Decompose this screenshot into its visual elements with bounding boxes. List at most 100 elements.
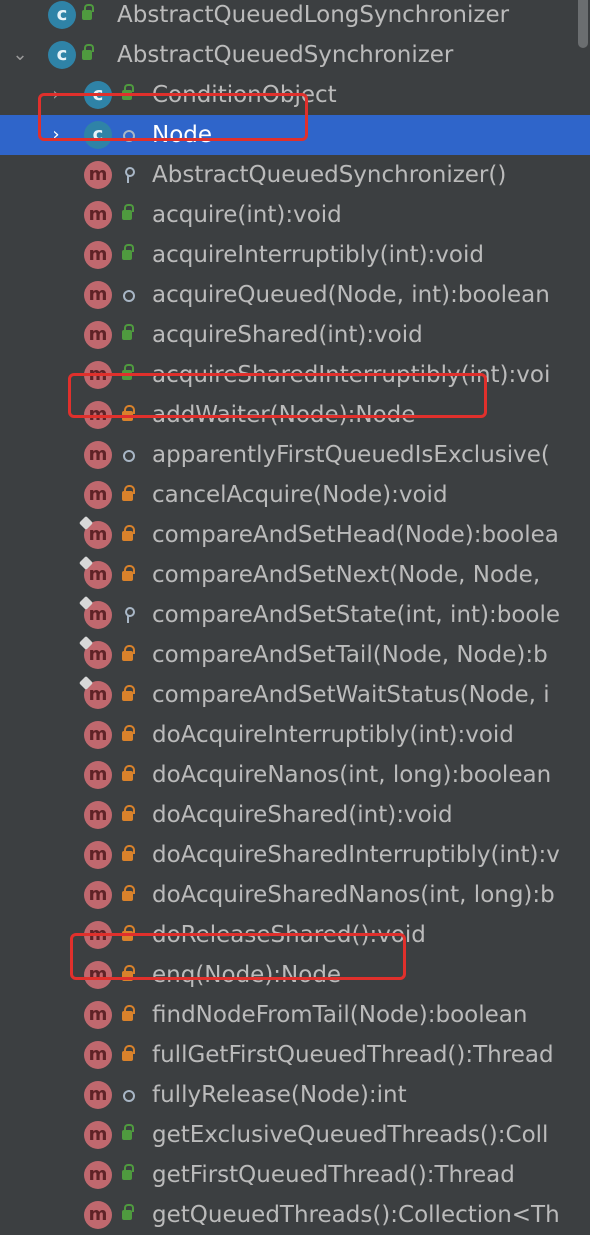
- tree-node-label: compareAndSetHead(Node):boolea: [152, 522, 559, 548]
- tree-node-label: AbstractQueuedLongSynchronizer: [117, 2, 510, 28]
- tree-node-method[interactable]: m apparentlyFirstQueuedIsExclusive(: [0, 435, 590, 475]
- private-lock-icon: [118, 1035, 136, 1075]
- tree-node-method[interactable]: m acquire(int):void: [0, 195, 590, 235]
- tree-node-method[interactable]: m compareAndSetState(int, int):boole: [0, 595, 590, 635]
- tree-node-label: acquireQueued(Node, int):boolean: [152, 282, 550, 308]
- method-icon: m: [84, 1041, 112, 1069]
- tree-node-method[interactable]: m getQueuedThreads():Collection<Th: [0, 1195, 590, 1235]
- method-icon: m: [84, 881, 112, 909]
- icon-letter: m: [88, 364, 108, 385]
- tree-node-label: fullGetFirstQueuedThread():Thread: [152, 1042, 554, 1068]
- tree-node-method[interactable]: m findNodeFromTail(Node):boolean: [0, 995, 590, 1035]
- tree-node-method[interactable]: m doAcquireShared(int):void: [0, 795, 590, 835]
- icon-letter: m: [88, 844, 108, 865]
- method-icon: m: [84, 801, 112, 829]
- tree-node-label: enq(Node):Node: [152, 962, 342, 988]
- tree-node-label: getQueuedThreads():Collection<Th: [152, 1202, 560, 1228]
- package-dot-icon: [118, 115, 136, 155]
- tree-node-label: getFirstQueuedThread():Thread: [152, 1162, 515, 1188]
- class-icon: c: [48, 41, 76, 69]
- method-icon: m: [84, 321, 112, 349]
- tree-node-method[interactable]: m enq(Node):Node: [0, 955, 590, 995]
- tree-node-label: compareAndSetWaitStatus(Node, i: [152, 682, 550, 708]
- icon-letter: m: [88, 284, 108, 305]
- tree-node-method[interactable]: m acquireQueued(Node, int):boolean: [0, 275, 590, 315]
- icon-letter: m: [88, 804, 108, 825]
- chevron-right-icon[interactable]: ›: [44, 115, 68, 155]
- icon-letter: m: [88, 1004, 108, 1025]
- method-icon: m: [84, 481, 112, 509]
- icon-letter: m: [88, 764, 108, 785]
- tree-node-label: doAcquireInterruptibly(int):void: [152, 722, 514, 748]
- tree-node-method[interactable]: m fullyRelease(Node):int: [0, 1075, 590, 1115]
- public-lock-icon: [118, 355, 136, 395]
- private-lock-icon: [118, 835, 136, 875]
- tree-node-method[interactable]: m doAcquireSharedInterruptibly(int):v: [0, 835, 590, 875]
- private-lock-icon: [118, 795, 136, 835]
- class-icon: c: [84, 81, 112, 109]
- public-lock-icon: [118, 1155, 136, 1195]
- method-icon: m: [84, 721, 112, 749]
- tree-node-label: compareAndSetTail(Node, Node):b: [152, 642, 548, 668]
- tree-node-method[interactable]: m getFirstQueuedThread():Thread: [0, 1155, 590, 1195]
- tree-node-method[interactable]: m compareAndSetNext(Node, Node,: [0, 555, 590, 595]
- icon-letter: c: [56, 4, 68, 25]
- tree-node-label: apparentlyFirstQueuedIsExclusive(: [152, 442, 550, 468]
- method-icon: m: [84, 1121, 112, 1149]
- tree-node-method[interactable]: m doAcquireSharedNanos(int, long):b: [0, 875, 590, 915]
- method-icon: m: [84, 281, 112, 309]
- vertical-scrollbar[interactable]: [578, 0, 588, 48]
- tree-node-method[interactable]: m compareAndSetHead(Node):boolea: [0, 515, 590, 555]
- private-lock-icon: [118, 395, 136, 435]
- method-icon: m: [78, 635, 112, 669]
- tree-node-class[interactable]: › c Node: [0, 115, 590, 155]
- tree-node-class[interactable]: › c ConditionObject: [0, 75, 590, 115]
- tree-node-method[interactable]: m doReleaseShared():void: [0, 915, 590, 955]
- chevron-down-icon[interactable]: ⌄: [8, 35, 32, 75]
- tree-node-method[interactable]: m cancelAcquire(Node):void: [0, 475, 590, 515]
- tree-node-method[interactable]: m AbstractQueuedSynchronizer(): [0, 155, 590, 195]
- public-lock-icon: [78, 35, 96, 75]
- tree-node-label: compareAndSetState(int, int):boole: [152, 602, 561, 628]
- tree-node-method[interactable]: m fullGetFirstQueuedThread():Thread: [0, 1035, 590, 1075]
- method-icon: m: [78, 515, 112, 549]
- method-icon: m: [84, 841, 112, 869]
- public-lock-icon: [118, 195, 136, 235]
- tree-node-method[interactable]: m addWaiter(Node):Node: [0, 395, 590, 435]
- tree-node-method[interactable]: m acquireInterruptibly(int):void: [0, 235, 590, 275]
- method-icon: m: [84, 1081, 112, 1109]
- icon-letter: m: [88, 404, 108, 425]
- public-lock-icon: [78, 0, 96, 35]
- tree-node-method[interactable]: m getExclusiveQueuedThreads():Coll: [0, 1115, 590, 1155]
- icon-letter: m: [88, 524, 108, 545]
- tree-node-method[interactable]: m doAcquireInterruptibly(int):void: [0, 715, 590, 755]
- public-lock-icon: [118, 315, 136, 355]
- tree-node-method[interactable]: m compareAndSetWaitStatus(Node, i: [0, 675, 590, 715]
- icon-letter: m: [88, 484, 108, 505]
- icon-letter: m: [88, 324, 108, 345]
- public-lock-icon: [118, 75, 136, 115]
- structure-tree: c AbstractQueuedLongSynchronizer ⌄ c Abstrac…: [0, 0, 590, 1235]
- chevron-right-icon[interactable]: ›: [44, 75, 68, 115]
- tree-node-method[interactable]: m doAcquireNanos(int, long):boolean: [0, 755, 590, 795]
- icon-letter: m: [88, 1204, 108, 1225]
- tree-node-label: ConditionObject: [152, 82, 337, 108]
- tree-node-class[interactable]: c AbstractQueuedLongSynchronizer: [0, 0, 590, 35]
- tree-node-label: doAcquireSharedNanos(int, long):b: [152, 882, 555, 908]
- method-icon: m: [84, 201, 112, 229]
- icon-letter: m: [88, 204, 108, 225]
- icon-letter: m: [88, 244, 108, 265]
- tree-node-class[interactable]: ⌄ c AbstractQueuedSynchronizer: [0, 35, 590, 75]
- private-lock-icon: [118, 915, 136, 955]
- tree-node-label: fullyRelease(Node):int: [152, 1082, 407, 1108]
- package-dot-icon: [118, 275, 136, 315]
- private-lock-icon: [118, 515, 136, 555]
- method-icon: m: [78, 675, 112, 709]
- icon-letter: m: [88, 164, 108, 185]
- method-icon: m: [78, 555, 112, 589]
- tree-node-method[interactable]: m compareAndSetTail(Node, Node):b: [0, 635, 590, 675]
- tree-node-label: acquireSharedInterruptibly(int):voi: [152, 362, 551, 388]
- tree-node-method[interactable]: m acquireShared(int):void: [0, 315, 590, 355]
- private-lock-icon: [118, 875, 136, 915]
- tree-node-method[interactable]: m acquireSharedInterruptibly(int):voi: [0, 355, 590, 395]
